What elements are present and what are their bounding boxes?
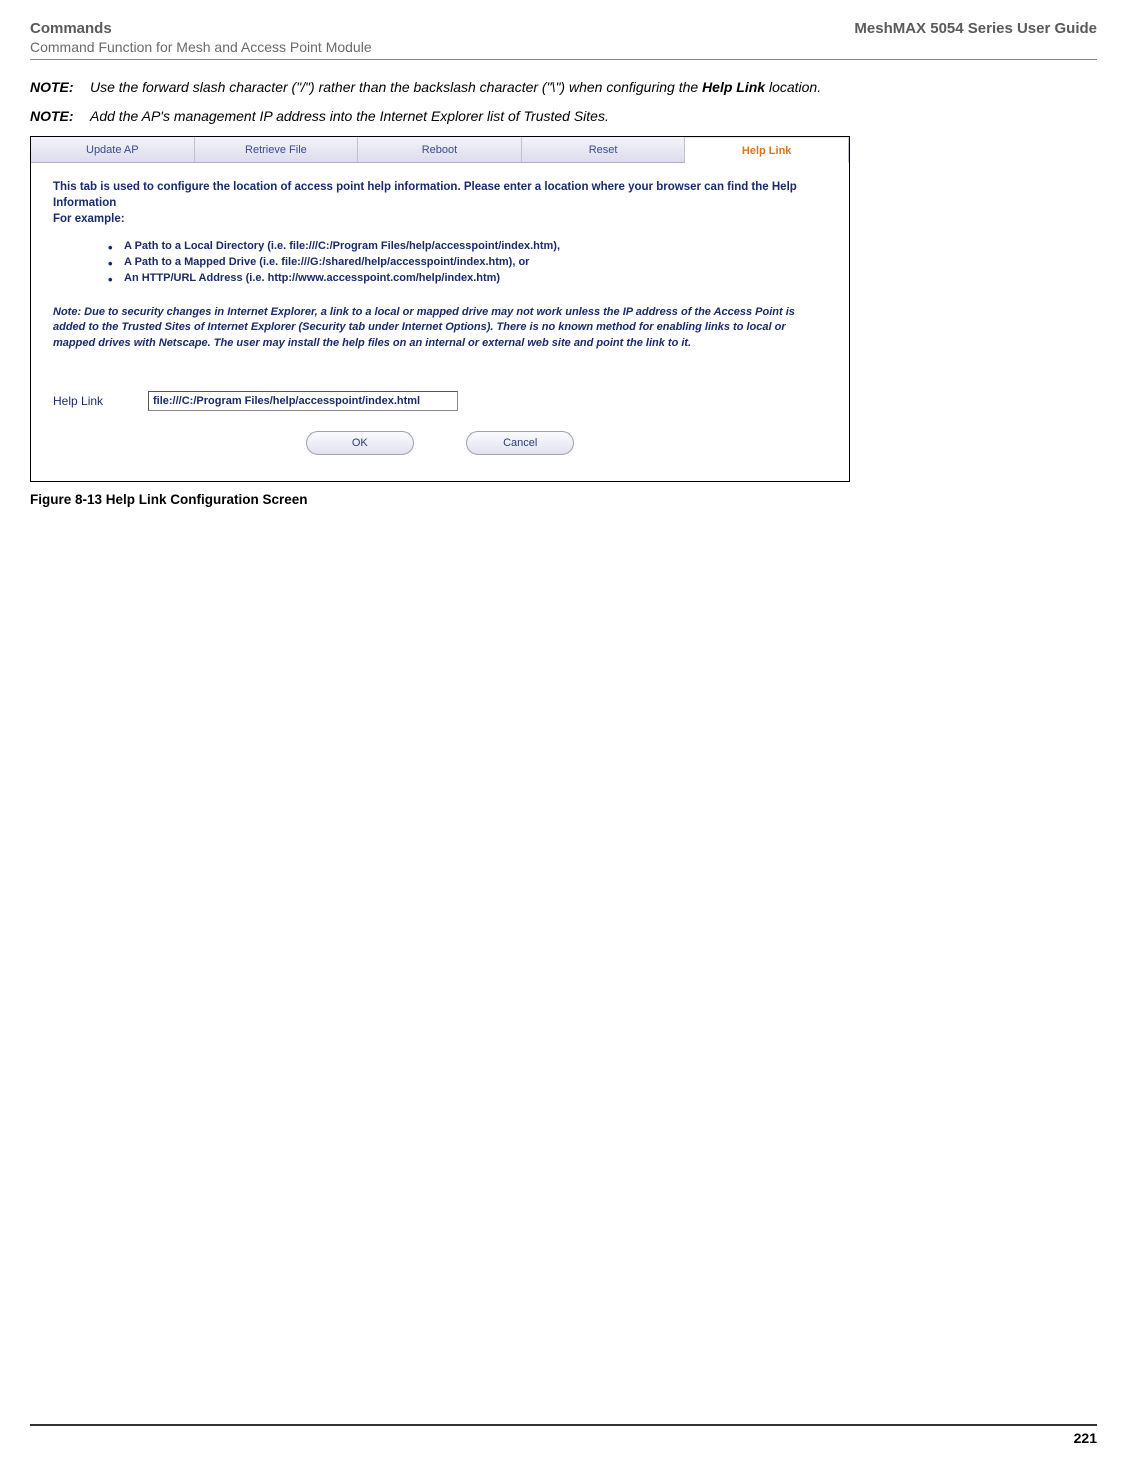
list-item: A Path to a Local Directory (i.e. file:/…: [108, 239, 827, 255]
button-row: OK Cancel: [53, 427, 827, 463]
cancel-button[interactable]: Cancel: [466, 431, 574, 455]
footer-divider: [30, 1424, 1097, 1426]
page-number: 221: [30, 1430, 1097, 1446]
help-link-label: Help Link: [53, 394, 148, 408]
note-1-prefix: Use the forward slash character ("/") ra…: [90, 79, 702, 95]
note-2: NOTE: Add the AP's management IP address…: [30, 107, 1097, 126]
tab-retrieve-file[interactable]: Retrieve File: [195, 137, 359, 162]
note-1: NOTE: Use the forward slash character ("…: [30, 78, 1097, 97]
page-subtitle: Command Function for Mesh and Access Poi…: [30, 39, 1097, 55]
note-text: Add the AP's management IP address into …: [90, 107, 609, 126]
tab-bar: Update AP Retrieve File Reboot Reset Hel…: [31, 137, 849, 163]
page-section-title: Commands: [30, 20, 112, 37]
header-divider: [30, 59, 1097, 60]
list-item: A Path to a Mapped Drive (i.e. file:///G…: [108, 255, 827, 271]
help-link-field-row: Help Link: [53, 391, 827, 411]
ok-button[interactable]: OK: [306, 431, 414, 455]
help-link-input[interactable]: [148, 391, 458, 411]
example-list: A Path to a Local Directory (i.e. file:/…: [108, 239, 827, 287]
tab-reboot[interactable]: Reboot: [358, 137, 522, 162]
help-link-config-screenshot: Update AP Retrieve File Reboot Reset Hel…: [30, 136, 850, 482]
note-label: NOTE:: [30, 107, 90, 126]
tab-content: This tab is used to configure the locati…: [31, 163, 849, 481]
note-text: Use the forward slash character ("/") ra…: [90, 78, 821, 97]
tab-reset[interactable]: Reset: [522, 137, 686, 162]
note-1-bold: Help Link: [702, 79, 765, 95]
tab-update-ap[interactable]: Update AP: [31, 137, 195, 162]
note-label: NOTE:: [30, 78, 90, 97]
page-footer: 221: [30, 1424, 1097, 1446]
intro-text: This tab is used to configure the locati…: [53, 179, 827, 211]
for-example-label: For example:: [53, 213, 827, 225]
panel-note: Note: Due to security changes in Interne…: [53, 305, 827, 351]
tab-help-link[interactable]: Help Link: [685, 138, 849, 163]
guide-title: MeshMAX 5054 Series User Guide: [854, 20, 1097, 37]
figure-caption: Figure 8-13 Help Link Configuration Scre…: [30, 492, 1097, 507]
note-1-suffix: location.: [765, 79, 821, 95]
list-item: An HTTP/URL Address (i.e. http://www.acc…: [108, 271, 827, 287]
